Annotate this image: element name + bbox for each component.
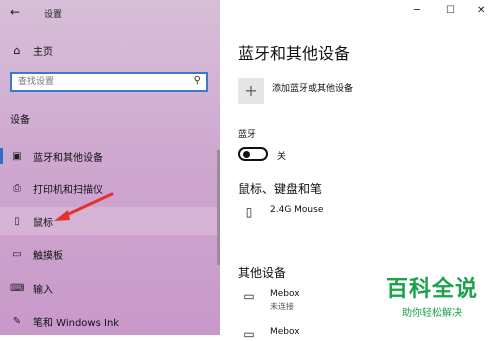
- keyboard-icon: ⌨: [10, 282, 25, 294]
- mouse-icon: ▯: [14, 215, 20, 227]
- annotation-arrow-icon: [54, 192, 114, 221]
- device-status: 未连接: [270, 302, 294, 311]
- home-icon: ⌂: [13, 44, 21, 57]
- device-item-mouse[interactable]: ▯ 2.4G Mouse: [238, 205, 324, 219]
- toggle-knob: [243, 151, 250, 158]
- maximize-button[interactable]: ☐: [446, 5, 455, 16]
- device-name: Mebox: [270, 327, 300, 337]
- device-name: 2.4G Mouse: [270, 205, 324, 215]
- search-icon[interactable]: ⚲: [194, 75, 201, 86]
- sidebar-item-label: 输入: [33, 284, 53, 296]
- settings-sidebar: ← 设置 ⌂ 主页 ⚲ 设备 ▣ 蓝牙和其他设备 ⎙ 打印机和扫描仪 ▯ 鼠标 …: [0, 0, 220, 335]
- add-device-label[interactable]: 添加蓝牙或其他设备: [272, 81, 353, 94]
- mouse-device-icon: ▯: [245, 205, 253, 219]
- device-name: Mebox: [270, 289, 300, 299]
- page-title: 蓝牙和其他设备: [238, 44, 351, 63]
- sidebar-item-label: 蓝牙和其他设备: [33, 152, 103, 164]
- sidebar-item-pen[interactable]: ✎ 笔和 Windows Ink: [0, 307, 220, 335]
- mouse-keyboard-pen-heading: 鼠标、键盘和笔: [238, 182, 323, 196]
- display-device-icon: ▭: [243, 289, 255, 303]
- title-bar: ← 设置: [0, 0, 220, 24]
- bluetooth-label: 蓝牙: [238, 130, 257, 140]
- bluetooth-state-text: 关: [277, 152, 287, 162]
- device-item-mebox-2[interactable]: ▭ Mebox: [238, 327, 300, 341]
- back-button[interactable]: ←: [10, 5, 20, 19]
- close-button[interactable]: ✕: [477, 5, 485, 16]
- watermark-subtitle: 助你轻松解决: [402, 308, 462, 319]
- display-device-icon: ▭: [243, 327, 255, 341]
- pen-icon: ✎: [12, 315, 22, 327]
- bluetooth-devices-icon: ▣: [12, 150, 22, 162]
- device-item-mebox[interactable]: ▭ Mebox 未连接: [238, 289, 300, 312]
- window-title: 设置: [44, 10, 63, 20]
- search-input[interactable]: [12, 74, 184, 90]
- other-devices-heading: 其他设备: [238, 266, 287, 280]
- printer-icon: ⎙: [13, 182, 21, 194]
- add-device-button[interactable]: +: [238, 78, 264, 104]
- home-nav-item[interactable]: ⌂ 主页: [10, 43, 54, 58]
- search-box[interactable]: ⚲: [10, 72, 208, 92]
- sidebar-item-bluetooth[interactable]: ▣ 蓝牙和其他设备: [0, 142, 220, 170]
- minimize-button[interactable]: ─: [414, 5, 420, 16]
- touchpad-icon: ▭: [12, 248, 22, 260]
- watermark: 百科全说 助你轻松解决: [372, 276, 492, 332]
- sidebar-item-touchpad[interactable]: ▭ 触摸板: [0, 240, 220, 268]
- watermark-title: 百科全说: [385, 277, 478, 302]
- plus-icon: +: [244, 81, 258, 100]
- section-label-devices: 设备: [10, 115, 30, 126]
- sidebar-item-typing[interactable]: ⌨ 输入: [0, 274, 220, 302]
- home-label: 主页: [33, 47, 53, 58]
- sidebar-item-label: 笔和 Windows Ink: [33, 317, 120, 329]
- bluetooth-toggle[interactable]: [238, 147, 268, 161]
- sidebar-item-label: 触摸板: [33, 250, 63, 262]
